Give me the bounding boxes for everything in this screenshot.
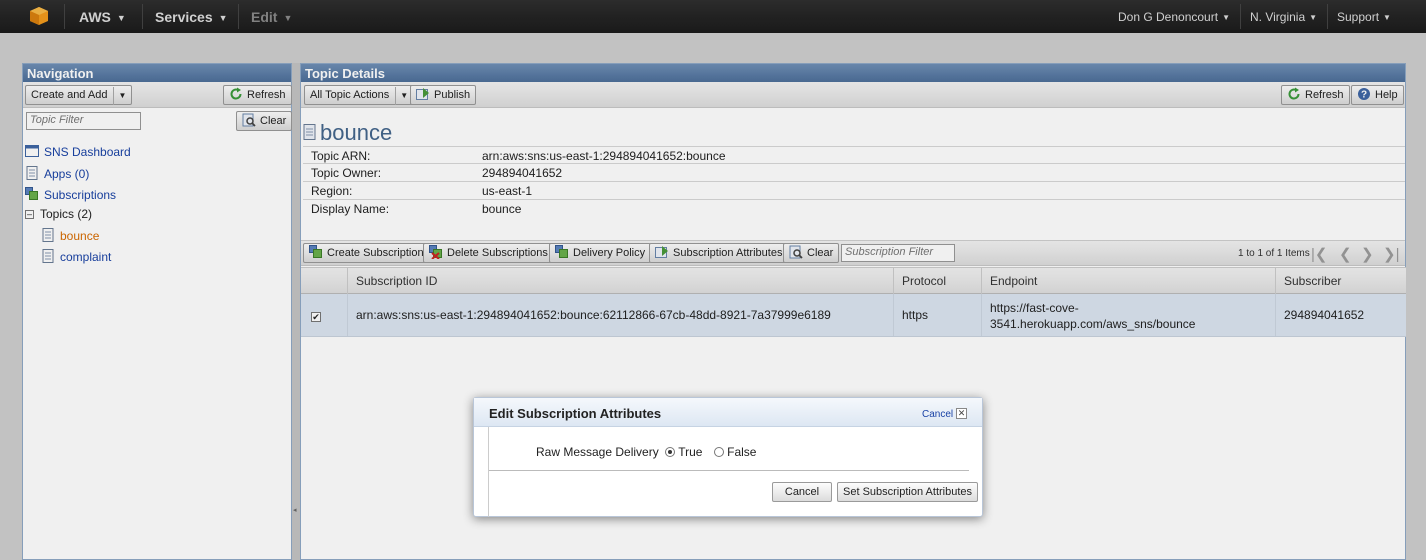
close-icon[interactable]: ✕ [956, 408, 967, 419]
radio-true[interactable] [665, 447, 676, 457]
radio-true-label[interactable]: True [678, 445, 702, 459]
raw-message-delivery-row: Raw Message Delivery True False [536, 445, 756, 459]
dialog-guide-line [488, 427, 489, 517]
edit-subscription-attributes-dialog: Edit Subscription Attributes Cancel ✕ Ra… [473, 397, 983, 517]
dialog-cancel-button[interactable]: Cancel [772, 482, 832, 502]
dialog-header: Edit Subscription Attributes Cancel ✕ [474, 398, 982, 427]
set-subscription-attributes-button[interactable]: Set Subscription Attributes [837, 482, 979, 502]
dialog-title: Edit Subscription Attributes [489, 406, 662, 421]
raw-message-delivery-label: Raw Message Delivery [536, 445, 659, 459]
dialog-header-cancel-link[interactable]: Cancel [922, 409, 953, 420]
radio-false[interactable] [713, 447, 724, 457]
radio-false-label[interactable]: False [727, 445, 756, 459]
dialog-divider [489, 470, 969, 471]
